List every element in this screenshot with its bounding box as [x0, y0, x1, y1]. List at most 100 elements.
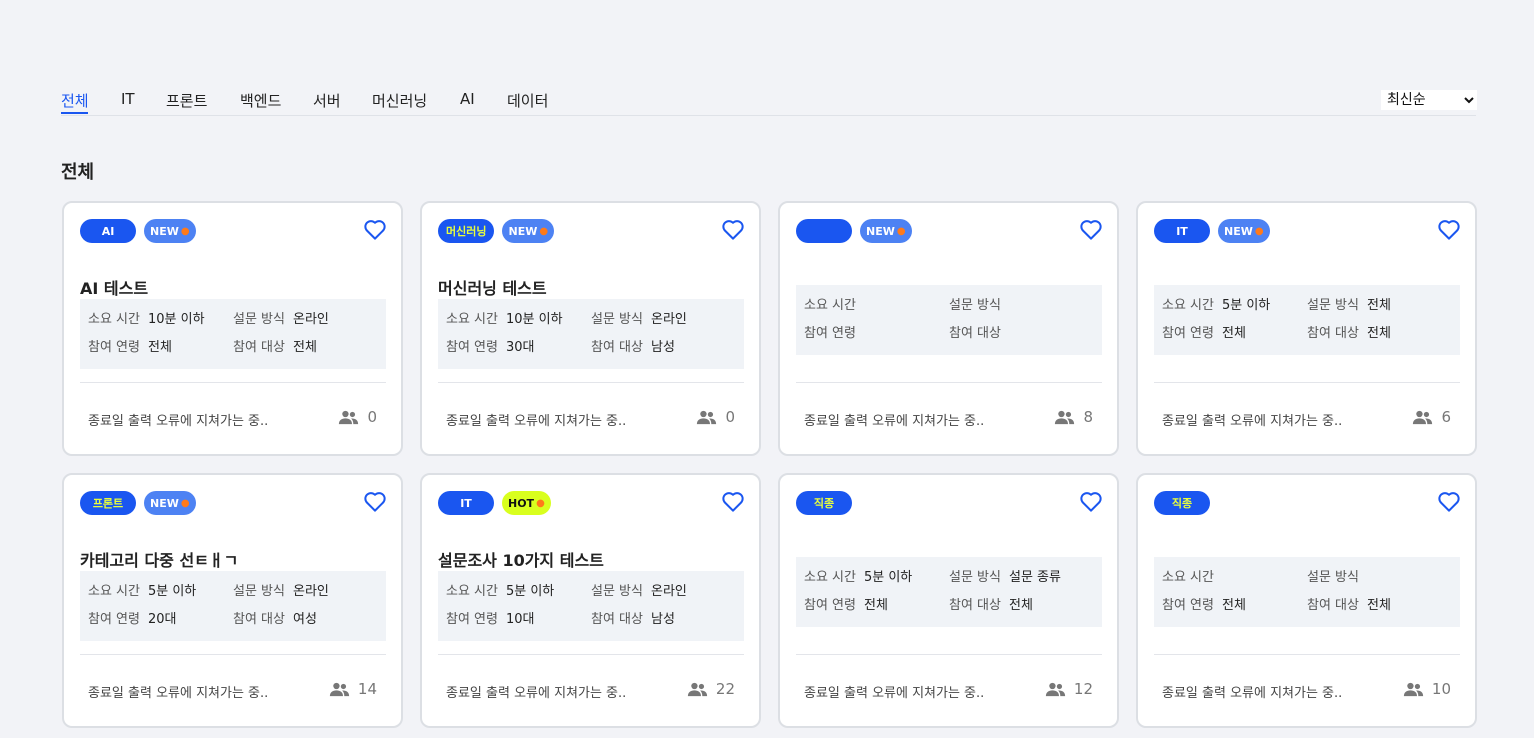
- category-tabs: 전체 IT 프론트 백엔드 서버 머신러닝 AI 데이터: [61, 88, 1476, 116]
- new-badge: NEW ●: [1218, 219, 1270, 243]
- tab-all[interactable]: 전체: [61, 90, 89, 111]
- tab-backend[interactable]: 백엔드: [240, 90, 281, 111]
- target-label: 참여 대상: [1307, 598, 1359, 613]
- survey-card[interactable]: IT HOT ● 설문조사 10가지 테스트 소요 시간 5분 이하 설문 방식 온라인…: [420, 473, 761, 728]
- survey-info-box: 소요 시간 5분 이하 설문 방식 온라인 참여 연령 20대 참여 대상 여성: [80, 571, 386, 641]
- target-value: 전체: [292, 340, 317, 355]
- target-row: 참여 대상 전체: [949, 594, 1033, 613]
- target-row: 참여 대상 여성: [233, 608, 317, 627]
- age-row: 참여 연령 20대: [88, 608, 177, 627]
- survey-card[interactable]: AI NEW ● AI 테스트 소요 시간 10분 이하 설문 방식 온라인 참여 연령…: [62, 201, 403, 456]
- category-badge: AI: [80, 219, 136, 243]
- method-row: 설문 방식 설문 종류: [949, 566, 1061, 585]
- tab-ai[interactable]: AI: [460, 90, 475, 108]
- method-row: 설문 방식: [949, 294, 1009, 313]
- method-row: 설문 방식 온라인: [233, 308, 329, 327]
- heart-icon[interactable]: [1080, 492, 1102, 512]
- hot-badge: HOT ●: [502, 491, 551, 515]
- method-label: 설문 방식: [233, 584, 285, 599]
- age-label: 참여 연령: [804, 326, 856, 341]
- duration-label: 소요 시간: [804, 298, 856, 313]
- people-icon: [1045, 682, 1066, 697]
- badge-row: 프론트 NEW ●: [80, 491, 196, 515]
- method-label: 설문 방식: [233, 312, 285, 327]
- card-divider: [80, 654, 386, 655]
- fire-icon: ●: [180, 225, 190, 237]
- tab-data[interactable]: 데이터: [507, 90, 548, 111]
- duration-value: 10분 이하: [505, 312, 563, 327]
- tab-it[interactable]: IT: [121, 90, 135, 108]
- tab-front[interactable]: 프론트: [166, 90, 207, 111]
- age-label: 참여 연령: [88, 340, 140, 355]
- participant-count: 22: [687, 680, 735, 698]
- tab-machine-learning[interactable]: 머신러닝: [372, 90, 427, 111]
- age-label: 참여 연령: [446, 340, 498, 355]
- duration-row: 소요 시간 5분 이하: [1162, 294, 1270, 313]
- method-label: 설문 방식: [1307, 298, 1359, 313]
- sort-select[interactable]: 최신순: [1381, 90, 1477, 110]
- age-row: 참여 연령 전체: [1162, 322, 1246, 341]
- target-row: 참여 대상 전체: [233, 336, 317, 355]
- badge-row: IT NEW ●: [1154, 219, 1270, 243]
- heart-icon[interactable]: [722, 220, 744, 240]
- new-badge-label: NEW: [150, 224, 179, 238]
- method-row: 설문 방식 온라인: [591, 580, 687, 599]
- category-badge: 프론트: [80, 491, 136, 515]
- participant-count-value: 12: [1073, 680, 1093, 698]
- heart-icon[interactable]: [364, 220, 386, 240]
- method-value: 설문 종류: [1008, 570, 1061, 585]
- method-value: 온라인: [650, 312, 687, 327]
- target-label: 참여 대상: [591, 340, 643, 355]
- category-badge: 직종: [796, 491, 852, 515]
- survey-card[interactable]: 직종 소요 시간 설문 방식 참여 연령 전체 참여 대상 전체 종료일 출력 오류…: [1136, 473, 1477, 728]
- card-footer-text: 종료일 출력 오류에 지쳐가는 중..: [88, 686, 269, 701]
- duration-label: 소요 시간: [1162, 298, 1214, 313]
- target-value: 여성: [292, 612, 317, 627]
- card-footer-text: 종료일 출력 오류에 지쳐가는 중..: [446, 414, 627, 429]
- method-value: 온라인: [292, 584, 329, 599]
- target-label: 참여 대상: [949, 598, 1001, 613]
- card-footer-text: 종료일 출력 오류에 지쳐가는 중..: [1162, 686, 1343, 701]
- survey-card[interactable]: IT NEW ● 소요 시간 5분 이하 설문 방식 전체 참여 연령 전체 참여 대상 전…: [1136, 201, 1477, 456]
- fire-icon: ●: [180, 497, 190, 509]
- tab-server[interactable]: 서버: [313, 90, 341, 111]
- method-label: 설문 방식: [949, 298, 1001, 313]
- method-label: 설문 방식: [1307, 570, 1359, 585]
- badge-row: NEW ●: [796, 219, 912, 243]
- heart-icon[interactable]: [364, 492, 386, 512]
- new-badge-label: NEW: [1224, 224, 1253, 238]
- method-label: 설문 방식: [591, 584, 643, 599]
- survey-info-box: 소요 시간 10분 이하 설문 방식 온라인 참여 연령 전체 참여 대상 전체: [80, 299, 386, 369]
- participant-count-value: 0: [367, 408, 377, 426]
- fire-icon: ●: [539, 225, 549, 237]
- survey-card[interactable]: NEW ● 소요 시간 설문 방식 참여 연령 참여 대상 종료일 출력 오류에 …: [778, 201, 1119, 456]
- target-row: 참여 대상 전체: [1307, 322, 1391, 341]
- heart-icon[interactable]: [1080, 220, 1102, 240]
- survey-card[interactable]: 프론트 NEW ● 카테고리 다중 선ㅌㅐㄱ 소요 시간 5분 이하 설문 방식 온라인…: [62, 473, 403, 728]
- participant-count-value: 0: [725, 408, 735, 426]
- card-footer-text: 종료일 출력 오류에 지쳐가는 중..: [804, 414, 985, 429]
- people-icon: [687, 682, 708, 697]
- heart-icon[interactable]: [722, 492, 744, 512]
- survey-card[interactable]: 직종 소요 시간 5분 이하 설문 방식 설문 종류 참여 연령 전체 참여 대상 전체…: [778, 473, 1119, 728]
- participant-count: 0: [338, 408, 377, 426]
- category-badge: 직종: [1154, 491, 1210, 515]
- people-icon: [1412, 410, 1433, 425]
- section-title: 전체: [61, 162, 95, 183]
- people-icon: [696, 410, 717, 425]
- duration-row: 소요 시간 5분 이하: [88, 580, 196, 599]
- heart-icon[interactable]: [1438, 492, 1460, 512]
- age-label: 참여 연령: [88, 612, 140, 627]
- duration-value: 5분 이하: [1221, 298, 1271, 313]
- duration-value: 5분 이하: [505, 584, 555, 599]
- card-divider: [796, 382, 1102, 383]
- age-label: 참여 연령: [446, 612, 498, 627]
- card-footer-text: 종료일 출력 오류에 지쳐가는 중..: [1162, 414, 1343, 429]
- method-label: 설문 방식: [591, 312, 643, 327]
- target-label: 참여 대상: [233, 612, 285, 627]
- new-badge: NEW ●: [860, 219, 912, 243]
- target-value: 남성: [650, 340, 675, 355]
- survey-card[interactable]: 머신러닝 NEW ● 머신러닝 테스트 소요 시간 10분 이하 설문 방식 온라인 참…: [420, 201, 761, 456]
- heart-icon[interactable]: [1438, 220, 1460, 240]
- category-badge: [796, 219, 852, 243]
